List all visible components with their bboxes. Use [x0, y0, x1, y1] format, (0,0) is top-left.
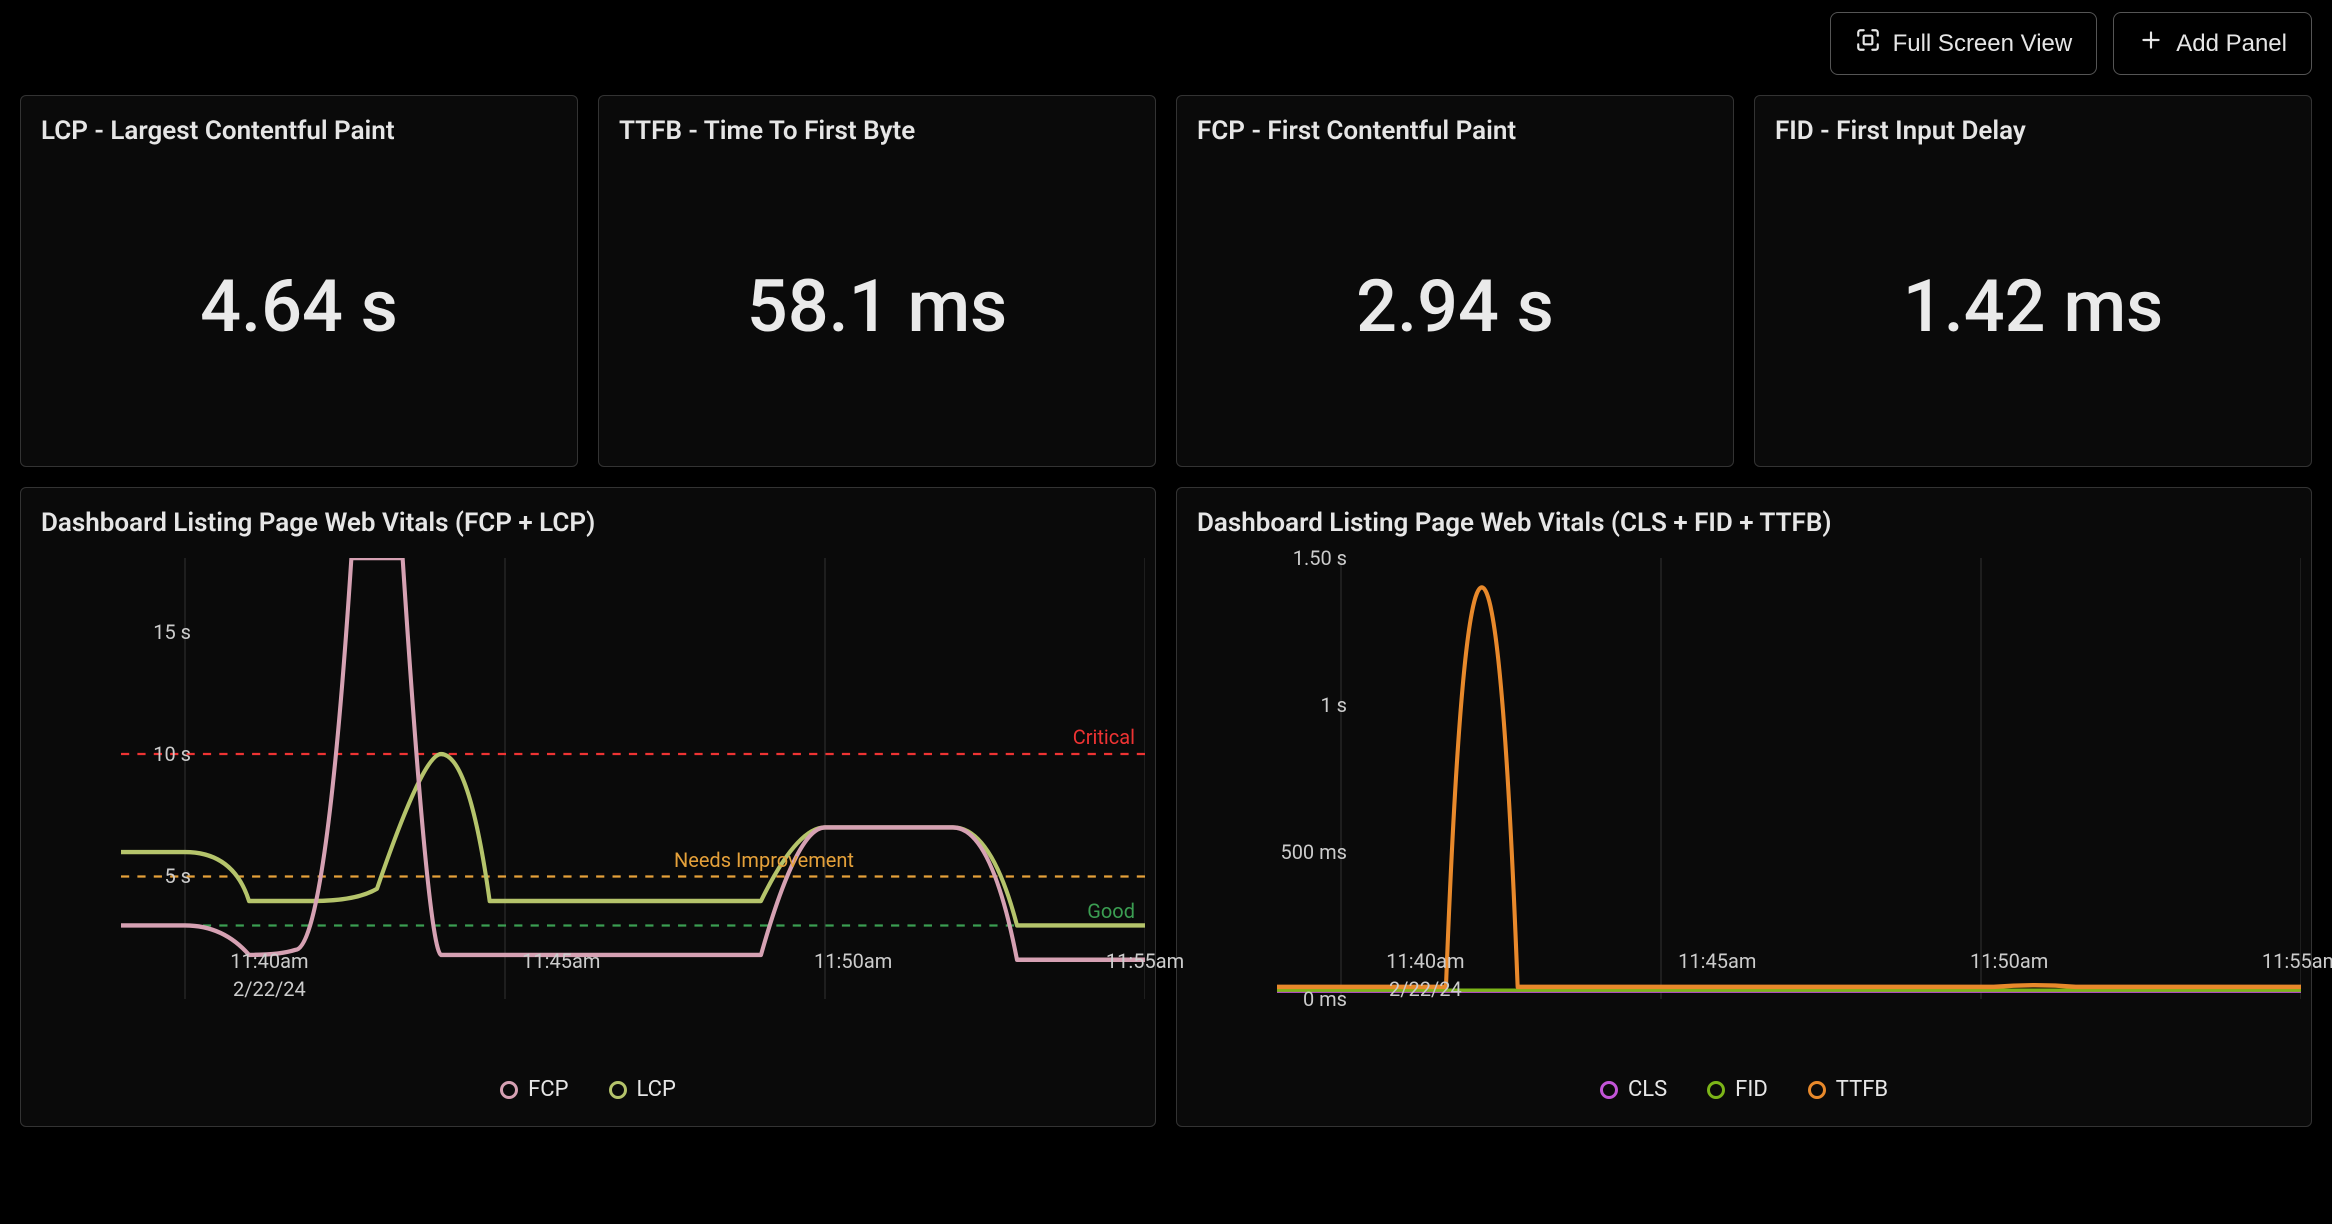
legend-item[interactable]: FID: [1707, 1077, 1768, 1102]
y-tick: 15 s: [101, 620, 191, 644]
threshold-label: Critical: [1073, 725, 1135, 749]
legend-marker-icon: [1808, 1081, 1826, 1099]
stat-value: 1.42 ms: [1903, 264, 2163, 349]
panel-title: Dashboard Listing Page Web Vitals (FCP +…: [21, 488, 1155, 538]
stat-value: 4.64 s: [200, 264, 398, 349]
y-tick: 0 ms: [1257, 987, 1347, 1011]
y-tick: 5 s: [101, 864, 191, 888]
y-tick: 1 s: [1257, 693, 1347, 717]
stat-panel-ttfb[interactable]: TTFB - Time To First Byte 58.1 ms: [598, 95, 1156, 467]
fullscreen-button[interactable]: Full Screen View: [1830, 12, 2098, 75]
stat-panel-lcp[interactable]: LCP - Largest Contentful Paint 4.64 s: [20, 95, 578, 467]
x-tick: 11:55am: [2262, 939, 2332, 973]
y-tick: 10 s: [101, 742, 191, 766]
chart-panel-cls-fid-ttfb[interactable]: Dashboard Listing Page Web Vitals (CLS +…: [1176, 487, 2312, 1127]
chart-legend: FCP LCP: [21, 1059, 1155, 1126]
chart-area: 0 ms 500 ms 1 s 1.50 s 11:40am2/22/24 11…: [1187, 558, 2301, 1059]
panel-title: FID - First Input Delay: [1755, 96, 2311, 146]
fullscreen-label: Full Screen View: [1893, 30, 2073, 58]
legend-marker-icon: [1600, 1081, 1618, 1099]
panel-title: Dashboard Listing Page Web Vitals (CLS +…: [1177, 488, 2311, 538]
panel-title: FCP - First Contentful Paint: [1177, 96, 1733, 146]
chart-legend: CLS FID TTFB: [1177, 1059, 2311, 1126]
plus-icon: [2138, 27, 2164, 60]
stat-grid: LCP - Largest Contentful Paint 4.64 s TT…: [0, 75, 2332, 467]
chart-grid: Dashboard Listing Page Web Vitals (FCP +…: [0, 467, 2332, 1147]
chart-plot[interactable]: Critical Needs Improvement Good 5 s 10 s…: [121, 558, 1145, 999]
x-tick: 11:45am: [522, 939, 600, 973]
x-tick: 11:50am: [814, 939, 892, 973]
stat-value: 58.1 ms: [747, 264, 1007, 349]
chart-area: Critical Needs Improvement Good 5 s 10 s…: [31, 558, 1145, 1059]
threshold-label: Needs Improvement: [674, 848, 854, 872]
legend-item[interactable]: CLS: [1600, 1077, 1667, 1102]
stat-value: 2.94 s: [1356, 264, 1554, 349]
legend-marker-icon: [1707, 1081, 1725, 1099]
chart-panel-fcp-lcp[interactable]: Dashboard Listing Page Web Vitals (FCP +…: [20, 487, 1156, 1127]
fullscreen-icon: [1855, 27, 1881, 60]
panel-title: LCP - Largest Contentful Paint: [21, 96, 577, 146]
add-panel-label: Add Panel: [2176, 30, 2287, 58]
x-tick: 11:45am: [1678, 939, 1756, 973]
stat-panel-fcp[interactable]: FCP - First Contentful Paint 2.94 s: [1176, 95, 1734, 467]
threshold-label: Good: [1087, 899, 1135, 923]
legend-marker-icon: [609, 1081, 627, 1099]
toolbar: Full Screen View Add Panel: [0, 0, 2332, 75]
legend-item[interactable]: TTFB: [1808, 1077, 1888, 1102]
legend-item[interactable]: FCP: [500, 1077, 568, 1102]
chart-plot[interactable]: 0 ms 500 ms 1 s 1.50 s 11:40am2/22/24 11…: [1277, 558, 2301, 999]
add-panel-button[interactable]: Add Panel: [2113, 12, 2312, 75]
panel-title: TTFB - Time To First Byte: [599, 96, 1155, 146]
legend-item[interactable]: LCP: [609, 1077, 676, 1102]
x-tick: 11:40am2/22/24: [1386, 939, 1464, 1001]
x-tick: 11:50am: [1970, 939, 2048, 973]
stat-panel-fid[interactable]: FID - First Input Delay 1.42 ms: [1754, 95, 2312, 467]
x-tick: 11:55am: [1106, 939, 1184, 973]
legend-marker-icon: [500, 1081, 518, 1099]
x-tick: 11:40am2/22/24: [230, 939, 308, 1001]
y-tick: 1.50 s: [1257, 546, 1347, 570]
y-tick: 500 ms: [1257, 840, 1347, 864]
